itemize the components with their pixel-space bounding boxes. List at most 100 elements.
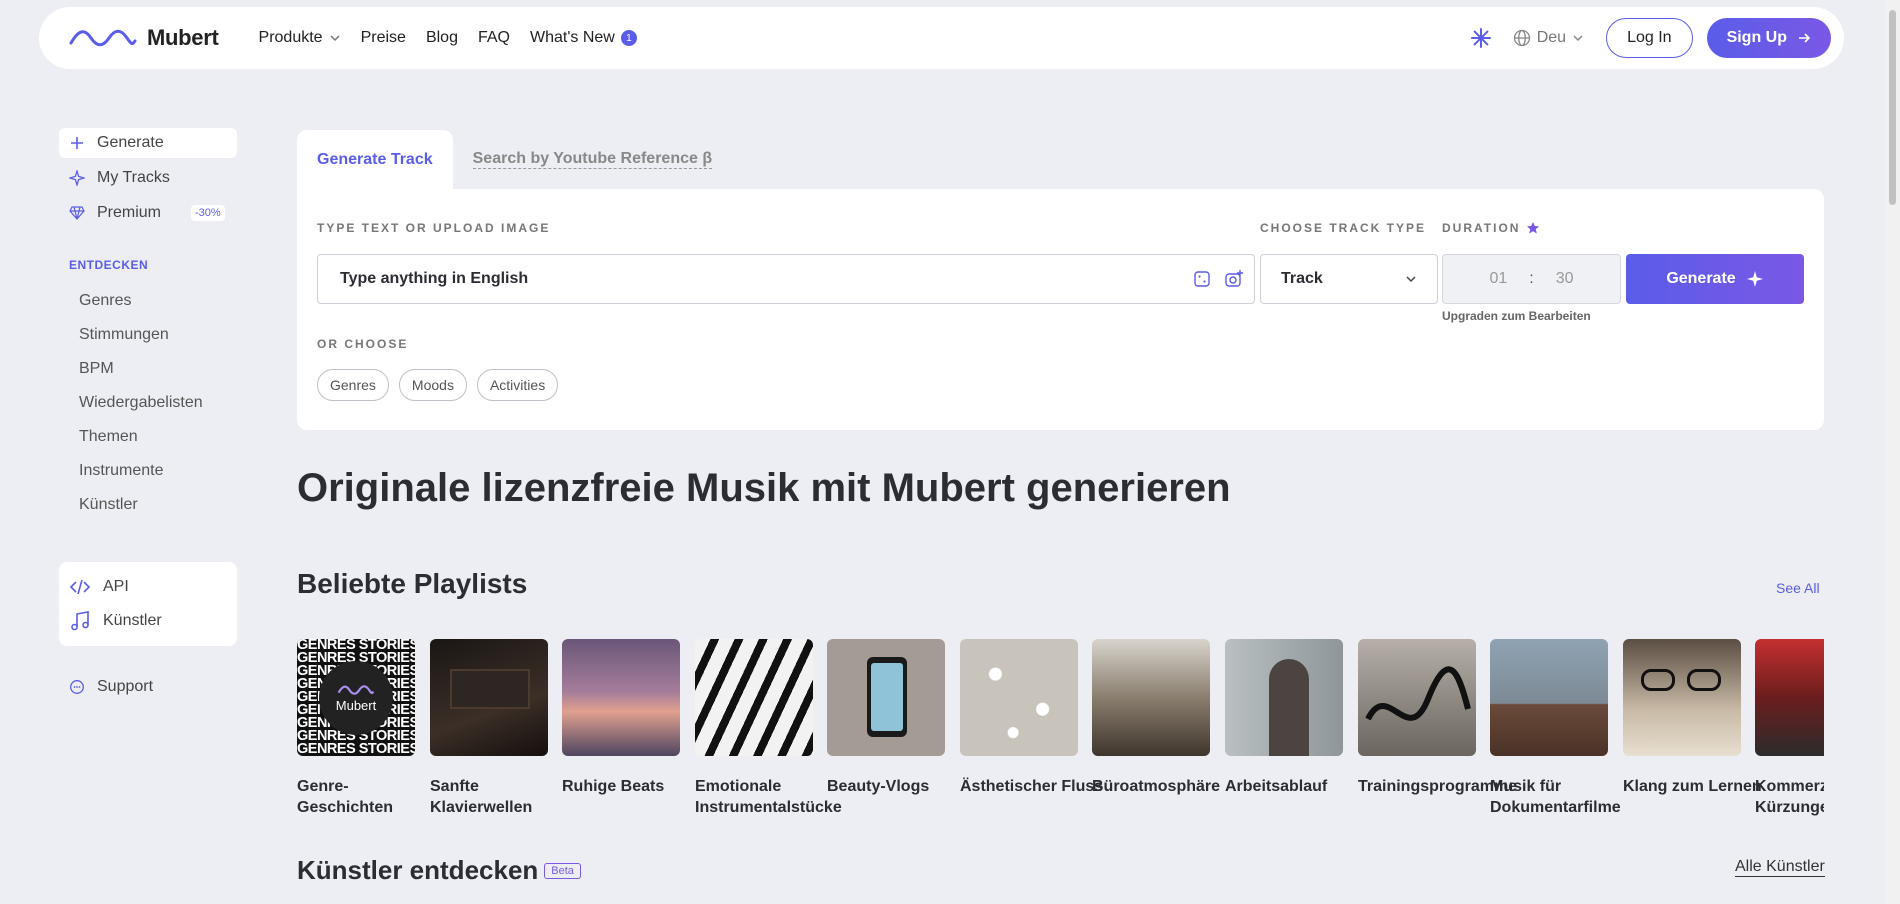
glasses-shape (1687, 669, 1721, 691)
duration-label: DURATION (1442, 221, 1521, 235)
nav-blog[interactable]: Blog (426, 29, 458, 47)
playlist-cover (827, 639, 945, 756)
glasses-shape (1641, 669, 1675, 691)
login-button[interactable]: Log In (1606, 18, 1693, 58)
sidebar-item-genres[interactable]: Genres (59, 284, 237, 318)
scrollbar-thumb[interactable] (1889, 10, 1896, 205)
playlist-card[interactable]: Musik für Dokumentarfilme (1490, 639, 1621, 818)
playlist-card[interactable]: Kommerz Kürzunge (1755, 639, 1824, 818)
main-nav: Produkte Preise Blog FAQ What's New 1 (259, 29, 637, 47)
mubert-badge: Mubert (319, 661, 393, 735)
playlist-cover (1490, 639, 1608, 756)
sidebar-item-support[interactable]: Support (59, 672, 237, 702)
page-scrollbar[interactable] (1885, 0, 1900, 904)
playlist-cover (430, 639, 548, 756)
duration-field: 01 : 30 (1442, 254, 1621, 304)
phone-screen (871, 663, 903, 731)
playlist-name: Büroatmosphäre (1092, 778, 1221, 795)
playlist-cover (1225, 639, 1343, 756)
sparkle-icon (1746, 271, 1763, 287)
star-icon (1527, 222, 1540, 234)
dice-icon[interactable] (1192, 269, 1212, 289)
all-artists-link[interactable]: Alle Künstler (1735, 858, 1825, 877)
sidebar-item-premium[interactable]: Premium -30% (59, 198, 237, 228)
track-type-select[interactable]: Track (1260, 254, 1438, 304)
signup-label: Sign Up (1726, 29, 1787, 46)
sidebar-item-label: Generate (97, 134, 164, 151)
code-icon (69, 579, 91, 595)
sidebar-item-artists-box[interactable]: Künstler (59, 604, 237, 638)
signup-button[interactable]: Sign Up (1706, 18, 1831, 58)
upgrade-note[interactable]: Upgraden zum Bearbeiten (1442, 309, 1591, 323)
logo-wave-icon (337, 684, 375, 695)
nav-faq[interactable]: FAQ (478, 29, 510, 47)
arrow-right-icon (1799, 33, 1811, 43)
sidebar-item-playlists[interactable]: Wiedergabelisten (59, 386, 237, 420)
playlist-carousel: GENRES STORIES GENRES STORIES GENRES STORI… (297, 639, 1824, 819)
playlist-card[interactable]: Arbeitsablauf (1225, 639, 1343, 797)
sidebar-item-api[interactable]: API (59, 570, 237, 604)
generate-button[interactable]: Generate (1626, 254, 1804, 304)
chip-moods[interactable]: Moods (398, 369, 467, 401)
sidebar-item-instruments[interactable]: Instrumente (59, 454, 237, 488)
image-upload-icon[interactable] (1224, 269, 1244, 289)
text-input-label: TYPE TEXT OR UPLOAD IMAGE (317, 221, 551, 235)
track-type-value: Track (1281, 270, 1323, 287)
playlist-card[interactable]: Beauty-Vlogs (827, 639, 945, 797)
sidebar-item-bpm[interactable]: BPM (59, 352, 237, 386)
playlist-card[interactable]: GENRES STORIES GENRES STORIES GENRES STORI… (297, 639, 415, 818)
nav-blog-label: Blog (425, 29, 458, 46)
playlist-card[interactable]: Ruhige Beats (562, 639, 680, 797)
sidebar: Generate My Tracks Premium -30% ENTDECKE… (59, 128, 237, 702)
track-type-label: CHOOSE TRACK TYPE (1260, 221, 1427, 235)
notification-badge: 1 (620, 30, 637, 46)
generator-panel: TYPE TEXT OR UPLOAD IMAGE CHOOSE TRACK T… (297, 189, 1824, 430)
sidebar-item-my-tracks[interactable]: My Tracks (59, 163, 237, 193)
nav-products[interactable]: Produkte (259, 29, 341, 47)
nav-faq-label: FAQ (477, 29, 510, 46)
language-selector[interactable]: Deu (1513, 29, 1584, 47)
playlist-name: Emotionale Instrumentalstücke (695, 778, 842, 816)
nav-whats-new-label: What's New (529, 29, 615, 46)
chip-activities[interactable]: Activities (476, 369, 559, 401)
sidebar-item-generate[interactable]: Generate (59, 128, 237, 158)
sparkle-icon (69, 170, 85, 186)
playlist-name: Beauty-Vlogs (827, 778, 930, 795)
chevron-down-icon (330, 35, 340, 42)
chip-genres[interactable]: Genres (317, 369, 389, 401)
sidebar-item-artists[interactable]: Künstler (59, 488, 237, 522)
page-headline: Originale lizenzfreie Musik mit Mubert g… (297, 466, 1231, 510)
playlist-name: Ruhige Beats (562, 778, 665, 795)
duration-seconds: 30 (1555, 270, 1574, 287)
globe-icon (1513, 29, 1530, 47)
playlist-name: Musik für Dokumentarfilme (1490, 778, 1621, 816)
playlist-cover: GENRES STORIES GENRES STORIES GENRES STORI… (297, 639, 415, 756)
nav-products-label: Produkte (258, 29, 323, 46)
logo-wave-icon (69, 29, 137, 47)
playlist-name: Genre-Geschichten (297, 778, 394, 816)
playlist-card[interactable]: Ästhetischer Fluss (960, 639, 1103, 797)
playlist-card[interactable]: Büroatmosphäre (1092, 639, 1220, 797)
nav-pricing[interactable]: Preise (361, 29, 406, 47)
asterisk-icon[interactable] (1469, 26, 1493, 50)
playlist-card[interactable]: Trainingsprogramme (1358, 639, 1517, 797)
playlist-card[interactable]: Emotionale Instrumentalstücke (695, 639, 842, 818)
duration-label-wrap: DURATION (1442, 221, 1540, 235)
tab-generate-track[interactable]: Generate Track (297, 130, 453, 189)
artists-title: Künstler entdecken (297, 855, 539, 885)
playlist-card[interactable]: Sanfte Klavierwellen (430, 639, 548, 818)
see-all-link[interactable]: See All (1776, 580, 1820, 596)
logo[interactable]: Mubert (69, 25, 219, 51)
nav-whats-new[interactable]: What's New 1 (530, 29, 637, 47)
sidebar-item-themes[interactable]: Themen (59, 420, 237, 454)
prompt-input[interactable]: Type anything in English (317, 254, 1255, 304)
sidebar-item-moods[interactable]: Stimmungen (59, 318, 237, 352)
playlist-cover (1755, 639, 1824, 756)
playlist-cover (960, 639, 1078, 756)
tab-youtube-reference[interactable]: Search by Youtube Reference β (453, 130, 732, 189)
logo-text: Mubert (147, 25, 219, 50)
playlist-name: Ästhetischer Fluss (960, 778, 1104, 795)
playlist-card[interactable]: Klang zum Lernen (1623, 639, 1762, 797)
playlist-cover (695, 639, 813, 756)
prompt-input-text: Type anything in English (340, 270, 529, 287)
